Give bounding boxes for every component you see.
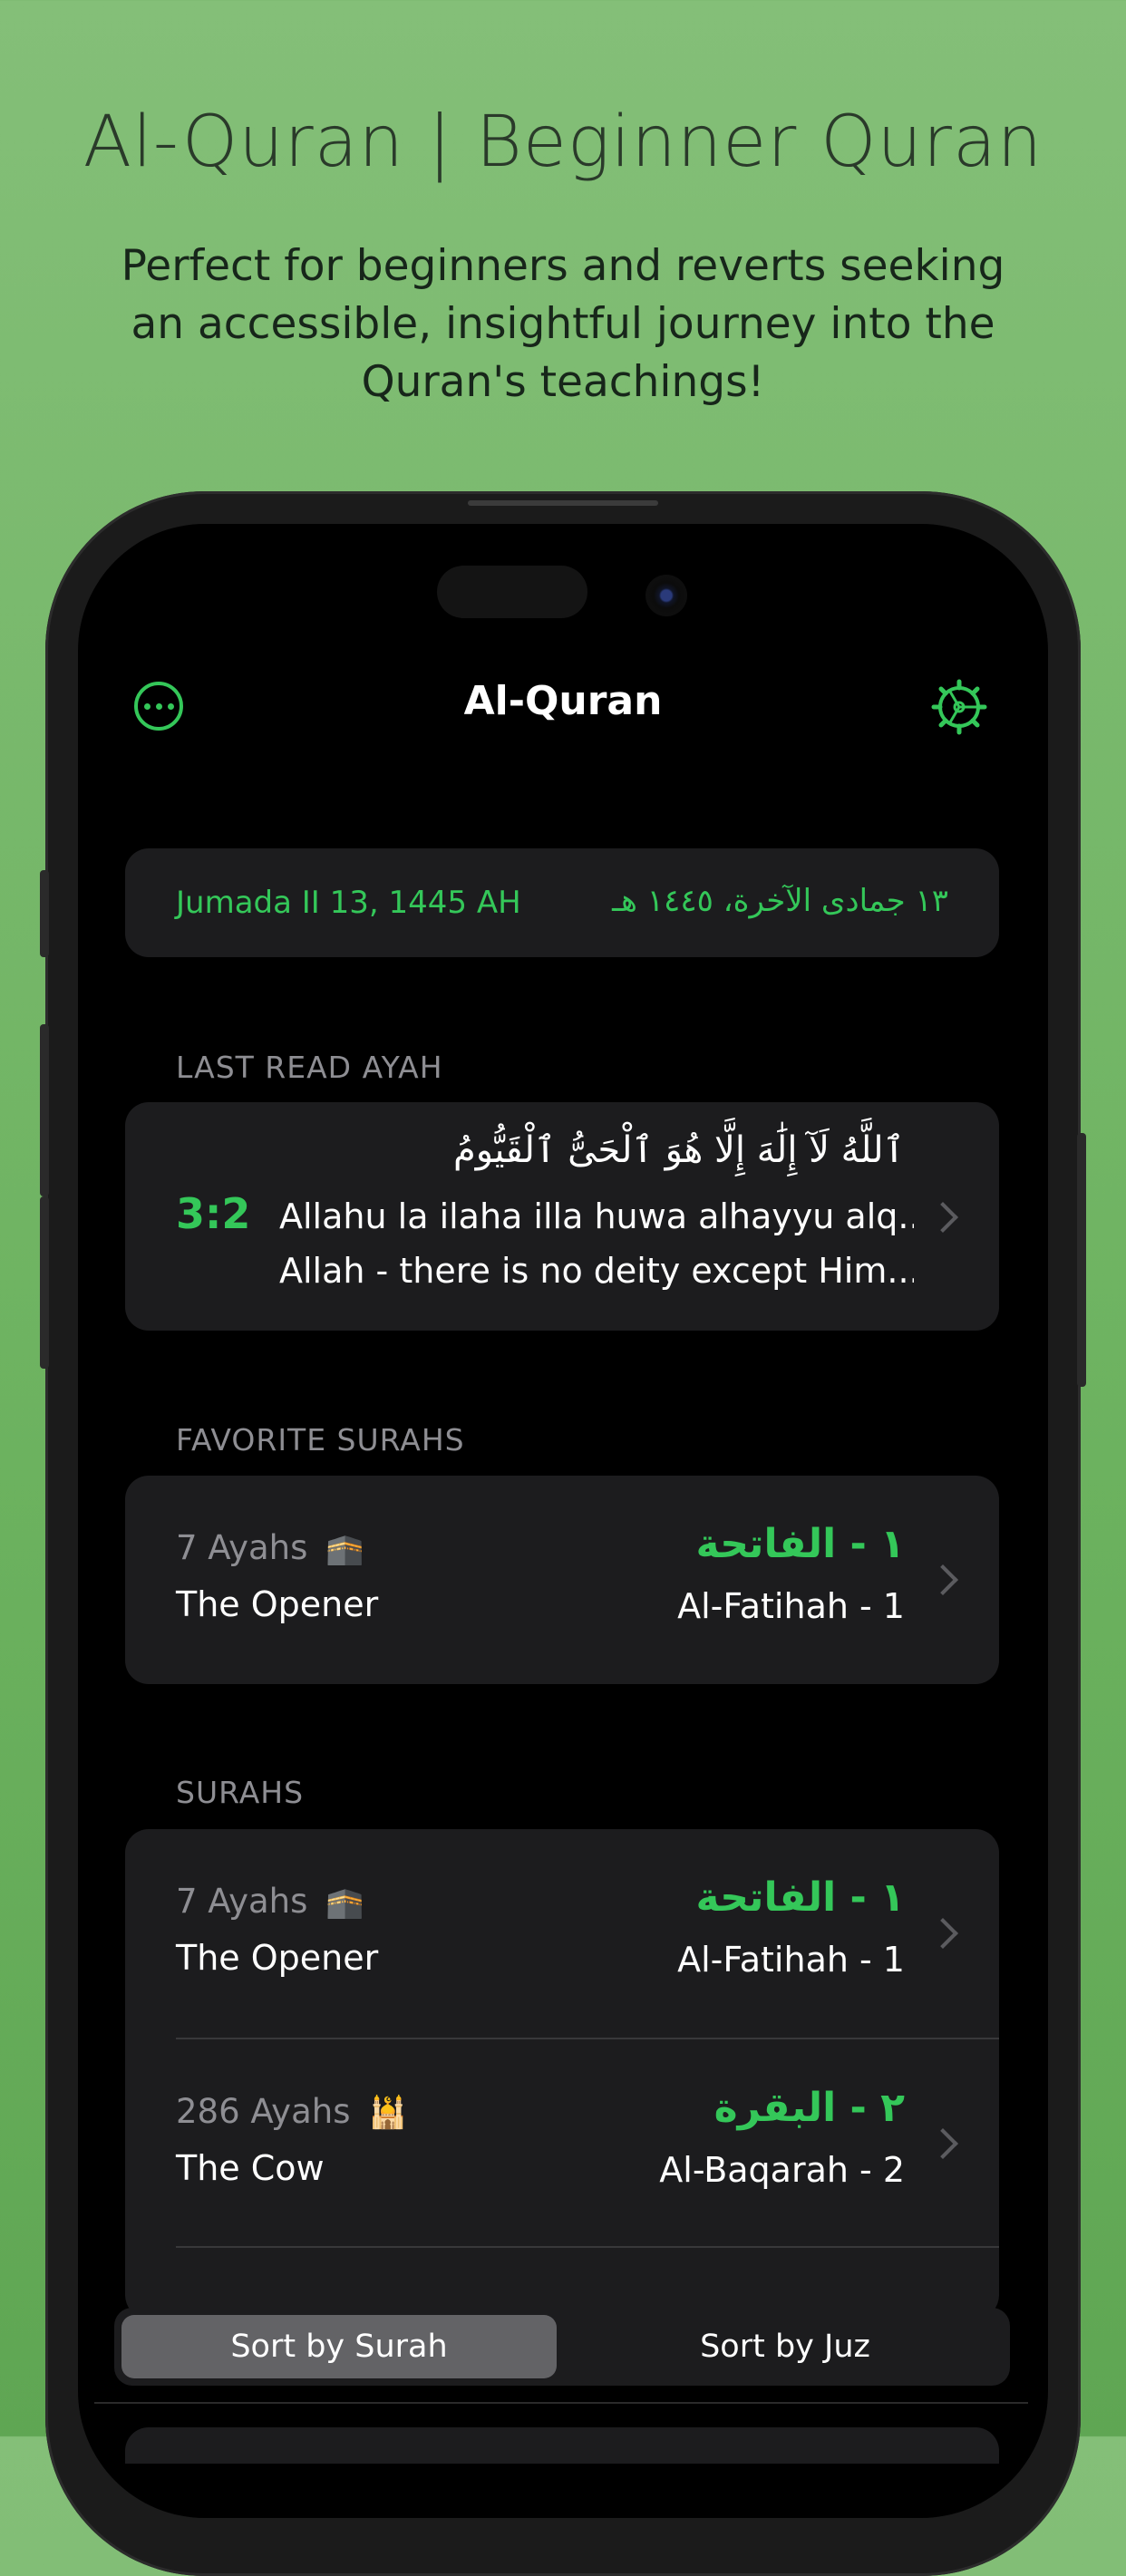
sort-segmented-control: Sort by Surah Sort by Juz: [114, 2308, 1010, 2386]
dynamic-island: [437, 566, 587, 618]
surah-row[interactable]: 286 Ayahs 🕌 The Cow ٢ - البقرة Al-Baqarah…: [125, 2039, 999, 2248]
promo-subtitle: Perfect for beginners and reverts seekin…: [121, 241, 1005, 407]
surah-english-name: The Opener: [176, 1938, 379, 1978]
surah-transliteration: Al-Fatihah - 1: [677, 1940, 905, 1980]
side-button-volume-down: [40, 1196, 49, 1369]
surah-english-name: The Opener: [176, 1584, 379, 1624]
surahs-card: 7 Ayahs 🕋 The Opener ١ - الفاتحة Al-Fatih…: [125, 1829, 999, 2319]
surah-row[interactable]: 7 Ayahs 🕋 The Opener ١ - الفاتحة Al-Fatih…: [125, 1829, 999, 2038]
settings-button[interactable]: [930, 678, 988, 736]
ayah-count: 7 Ayahs 🕋: [176, 1528, 364, 1567]
row-divider: [176, 2246, 999, 2248]
surah-transliteration: Al-Fatihah - 1: [677, 1586, 905, 1626]
ayah-count: 7 Ayahs 🕋: [176, 1882, 364, 1921]
ayah-reference: 3:2: [176, 1189, 251, 1238]
surah-arabic-name: ٢ - البقرة: [713, 2085, 905, 2131]
sort-by-juz-segment[interactable]: Sort by Juz: [568, 2315, 1003, 2378]
next-card-edge: [125, 2427, 999, 2464]
chevron-right-icon: [927, 1202, 958, 1233]
surah-english-name: The Cow: [176, 2148, 325, 2188]
side-button-volume-up: [40, 1024, 49, 1196]
kaaba-icon: 🕋: [325, 1884, 364, 1921]
surah-arabic-name: ١ - الفاتحة: [695, 1874, 905, 1921]
side-button-power: [1077, 1133, 1086, 1387]
front-camera: [646, 575, 687, 616]
surah-transliteration: Al-Baqarah - 2: [659, 2150, 905, 2190]
ayah-count: 286 Ayahs 🕌: [176, 2092, 407, 2131]
favorites-card: 7 Ayahs 🕋 The Opener ١ - الفاتحة Al-Fatih…: [125, 1476, 999, 1684]
section-header-last-read: LAST READ AYAH: [176, 1050, 443, 1085]
date-card: Jumada II 13, 1445 AH ١٣ جمادى الآخرة، ١…: [125, 848, 999, 957]
last-read-card[interactable]: 3:2 ٱللَّهُ لَآ إِلَٰهَ إِلَّا هُوَ ٱلْح…: [125, 1102, 999, 1331]
kaaba-icon: 🕋: [325, 1531, 364, 1567]
chevron-right-icon: [927, 2128, 958, 2159]
chevron-right-icon: [927, 1918, 958, 1949]
toolbar-divider: [94, 2402, 1028, 2404]
ayah-translation: Allah - there is no deity except Him...: [279, 1251, 914, 1291]
surah-arabic-name: ١ - الفاتحة: [695, 1521, 905, 1567]
mosque-icon: 🕌: [368, 2095, 407, 2131]
ayah-transliteration: Allahu la ilaha illa huwa alhayyu alq...: [279, 1196, 914, 1236]
favorite-surah-row[interactable]: 7 Ayahs 🕋 The Opener ١ - الفاتحة Al-Fatih…: [125, 1476, 999, 1684]
chevron-right-icon: [927, 1564, 958, 1595]
side-button-mute: [40, 870, 49, 957]
hijri-date-arabic: ١٣ جمادى الآخرة، ١٤٤٥ هـ: [612, 883, 948, 919]
section-header-surahs: SURAHS: [176, 1775, 305, 1810]
speaker-grille: [468, 500, 658, 506]
gear-icon: [931, 679, 987, 735]
promo-title: Al-Quran | Beginner Quran: [83, 102, 1043, 183]
sort-by-surah-segment[interactable]: Sort by Surah: [121, 2315, 557, 2378]
ayah-arabic: ٱللَّهُ لَآ إِلَٰهَ إِلَّا هُوَ ٱلْحَىُّ…: [453, 1129, 905, 1171]
section-header-favorites: FAVORITE SURAHS: [176, 1422, 465, 1457]
hijri-date: Jumada II 13, 1445 AH: [176, 885, 521, 921]
